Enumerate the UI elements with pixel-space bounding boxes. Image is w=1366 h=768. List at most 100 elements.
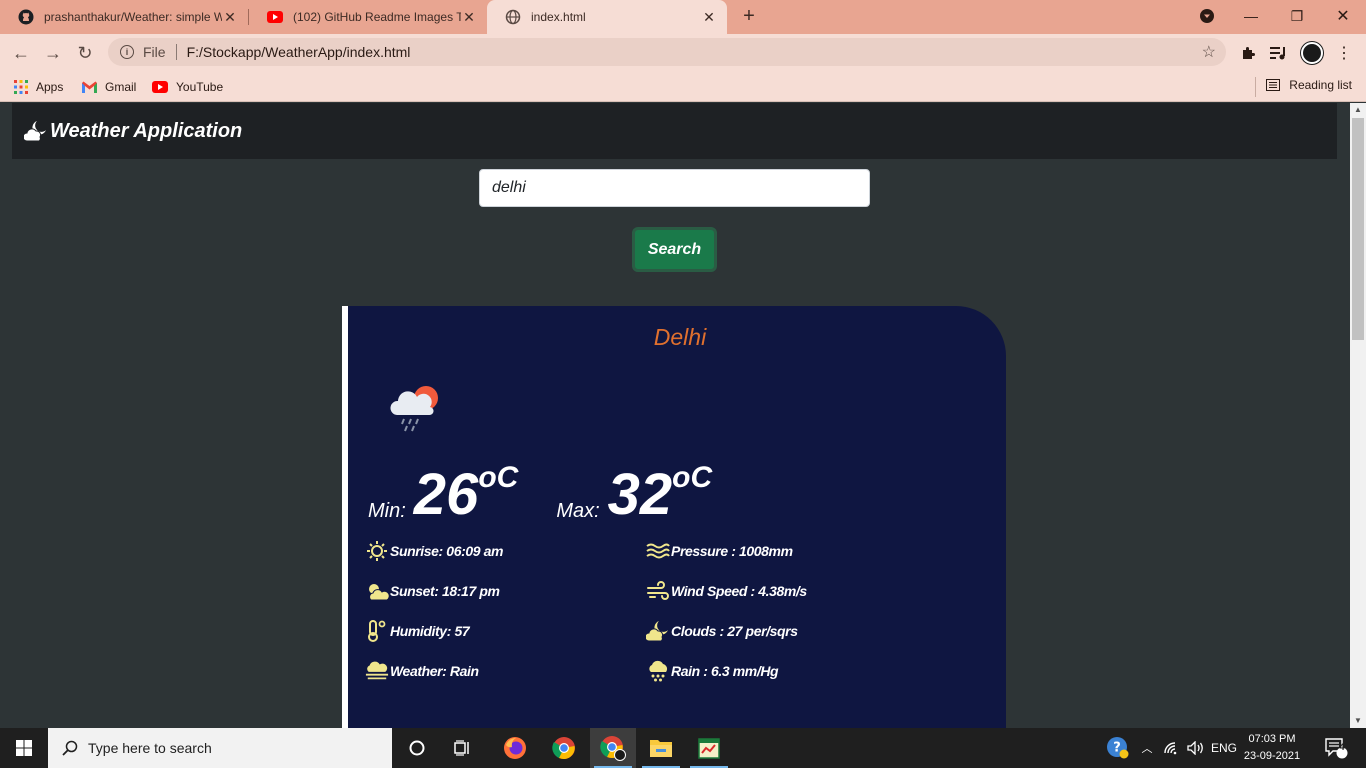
profile-avatar[interactable] [1300,41,1324,65]
language-indicator[interactable]: ENG [1208,728,1240,768]
pressure-detail: Pressure : 1008mm [646,539,793,563]
task-view-icon[interactable] [440,728,486,768]
weather-text: Weather: Rain [390,663,479,679]
search-icon [62,740,78,756]
tab-title: index.html [531,10,586,24]
min-temp: 26 [413,462,479,527]
tab-title: prashanthakur/Weather: simple W [44,10,222,24]
weather-card: Delhi Min: 26 oC Max: 32 oC Sunrise: 06:… [342,306,1006,728]
github-icon [18,9,34,25]
address-url: F:/Stockapp/WeatherApp/index.html [186,44,411,60]
humidity-text: Humidity: 57 [390,623,470,639]
max-unit: oC [672,461,713,494]
page-viewport: Weather Application Search Delhi Min: 26… [0,103,1350,728]
rain-text: Rain : 6.3 mm/Hg [671,663,779,679]
file-explorer-icon[interactable] [638,728,684,768]
taskbar-search-placeholder: Type here to search [88,740,212,756]
cortana-icon[interactable] [394,728,440,768]
apps-grid-icon [14,80,28,94]
reading-list-button[interactable]: Reading list [1266,78,1352,92]
bookmarks-bar: Apps Gmail YouTube Reading list [0,72,1366,102]
cloud-moon-icon [24,120,50,142]
bookmark-star-icon[interactable]: ☆ [1202,42,1216,62]
media-control-icon[interactable] [1267,41,1291,65]
fog-icon [365,659,389,683]
bookmark-label: Gmail [105,80,137,94]
app-navbar: Weather Application [12,103,1337,159]
wind-icon [646,579,670,603]
app-brand[interactable]: Weather Application [24,120,242,143]
clouds-text: Clouds : 27 per/sqrs [671,623,798,639]
chrome-menu-icon[interactable]: ⋮ [1332,41,1356,65]
page-scrollbar[interactable]: ▲ ▼ [1350,103,1366,728]
youtube-icon [152,81,168,93]
clock-date: 23-09-2021 [1243,750,1301,762]
clouds-detail: Clouds : 27 per/sqrs [646,619,798,643]
info-icon[interactable]: i [120,45,134,59]
tab-index-html[interactable]: index.html ✕ [487,0,727,34]
reading-list-label: Reading list [1289,78,1352,92]
min-label: Min: [368,500,406,522]
close-tab-icon[interactable]: ✕ [222,9,238,26]
reload-icon[interactable]: ↻ [72,40,98,66]
close-tab-icon[interactable]: ✕ [461,9,477,26]
city-search-input[interactable] [479,169,870,207]
youtube-icon [267,9,283,25]
windows-taskbar: Type here to search ? ︿ ENG 07:03 PM 23-… [0,728,1366,768]
scrollbar-thumb[interactable] [1352,118,1364,340]
address-scheme: File [143,44,166,60]
wind-text: Wind Speed : 4.38m/s [671,583,807,599]
globe-icon [505,9,521,25]
notepad-app-icon[interactable] [686,728,732,768]
tab-github[interactable]: prashanthakur/Weather: simple W ✕ [0,0,248,34]
min-unit: oC [478,461,519,494]
forward-icon[interactable]: → [40,40,66,66]
bookmark-youtube[interactable]: YouTube [152,78,223,96]
taskbar-clock[interactable]: 07:03 PM 23-09-2021 [1240,731,1304,765]
bookmark-gmail[interactable]: Gmail [82,78,136,96]
restore-icon[interactable]: ❐ [1274,0,1320,32]
minimize-icon[interactable]: — [1228,0,1274,32]
back-icon[interactable]: ← [8,40,34,66]
pressure-text: Pressure : 1008mm [671,543,793,559]
wifi-icon[interactable] [1160,728,1184,768]
scroll-up-icon[interactable]: ▲ [1350,103,1366,117]
tab-search-icon[interactable] [1184,0,1230,32]
volume-icon[interactable] [1184,728,1208,768]
tab-youtube[interactable]: (102) GitHub Readme Images Tut ✕ [249,0,487,34]
temperature-row: Min: 26 oC Max: 32 oC [368,461,712,527]
firefox-icon[interactable] [492,728,538,768]
humidity-detail: Humidity: 57 [365,619,470,643]
sunrise-detail: Sunrise: 06:09 am [365,539,503,563]
rain-detail: Rain : 6.3 mm/Hg [646,659,779,683]
bookmark-apps[interactable]: Apps [14,78,63,96]
taskbar-search-box[interactable]: Type here to search [48,728,392,768]
tab-title: (102) GitHub Readme Images Tut [293,10,461,24]
wind-detail: Wind Speed : 4.38m/s [646,579,807,603]
thermometer-icon [365,619,389,643]
address-bar[interactable]: i File F:/Stockapp/WeatherApp/index.html… [108,38,1226,66]
sunset-text: Sunset: 18:17 pm [390,583,500,599]
bookmark-label: Apps [36,80,64,94]
scroll-down-icon[interactable]: ▼ [1350,714,1366,728]
extensions-icon[interactable] [1236,41,1260,65]
windows-start-icon[interactable] [0,728,48,768]
close-tab-icon[interactable]: ✕ [701,9,717,26]
max-label: Max: [556,500,600,522]
new-tab-icon[interactable]: + [738,5,760,29]
notification-count: 4 [1339,742,1345,752]
reading-list-icon [1266,79,1281,91]
chrome-icon[interactable] [541,728,587,768]
tray-overflow-icon[interactable]: ︿ [1136,728,1158,768]
tab-strip: prashanthakur/Weather: simple W ✕ (102) … [0,0,1366,34]
search-button[interactable]: Search [632,227,717,272]
help-icon[interactable]: ? [1104,728,1132,768]
close-window-icon[interactable]: ✕ [1320,0,1366,32]
cloud-moon-icon [646,619,670,643]
clock-time: 07:03 PM [1248,733,1296,745]
app-brand-text: Weather Application [50,119,243,142]
browser-toolbar: ← → ↻ i File F:/Stockapp/WeatherApp/inde… [0,34,1366,72]
sun-icon [365,539,389,563]
chrome-active-icon[interactable] [590,728,636,768]
notifications-icon[interactable]: 4 [1316,728,1356,768]
